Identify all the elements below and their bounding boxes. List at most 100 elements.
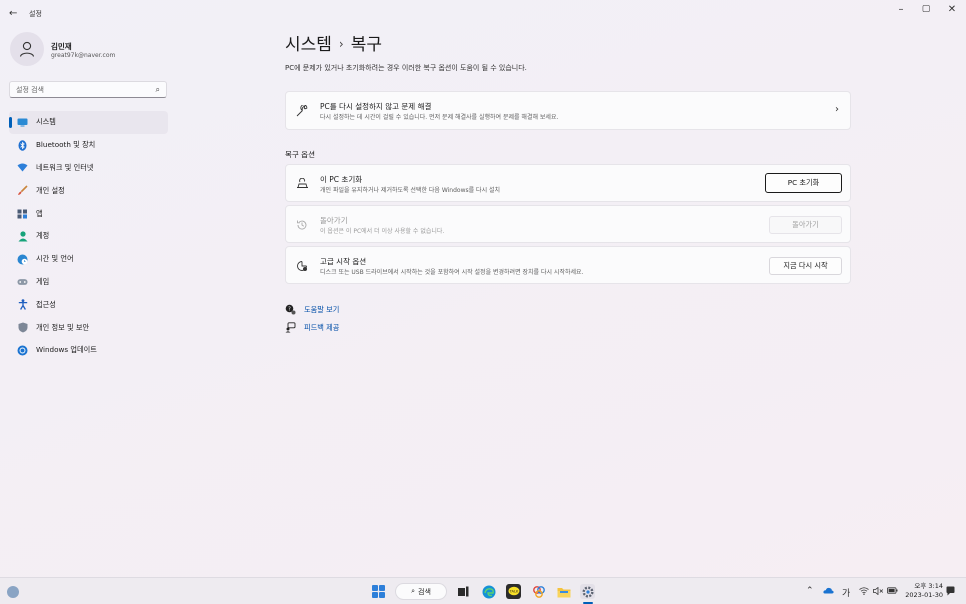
sidebar-item-privacy-security[interactable]: 개인 정보 및 보안 [9,316,168,339]
clock-time: 오후 3:14 [914,582,943,590]
update-icon [17,345,28,356]
restart-now-button[interactable]: 지금 다시 시작 [769,257,842,275]
sidebar-item-time-language[interactable]: 시간 및 언어 [9,248,168,271]
feedback-icon [285,322,296,333]
troubleshoot-title: PC를 다시 설정하지 않고 문제 해결 [320,102,432,111]
wifi-icon[interactable] [859,587,869,598]
sidebar-item-label: 접근성 [36,299,56,309]
taskbar-search[interactable]: ⌕ 검색 [395,583,447,600]
advanced-startup-title: 고급 시작 옵션 [320,257,367,266]
close-button[interactable]: ✕ [942,4,962,15]
taskbar-search-label: 검색 [418,587,431,596]
file-explorer-icon[interactable] [556,584,571,599]
start-tile-icon [372,592,378,598]
onedrive-icon[interactable] [823,587,834,597]
speaker-muted-icon[interactable] [873,586,884,598]
search-icon[interactable]: ⌕ [156,85,160,95]
sidebar-item-network[interactable]: 네트워크 및 인터넷 [9,157,168,180]
sidebar-item-label: Bluetooth 및 장치 [36,140,96,150]
task-view-icon[interactable] [455,584,470,599]
search-input[interactable] [16,84,146,96]
sidebar-item-bluetooth[interactable]: Bluetooth 및 장치 [9,134,168,157]
avatar [10,32,44,66]
sidebar-nav: 시스템 Bluetooth 및 장치 네트워크 및 인터넷 개인 설정 앱 계정 [9,111,168,362]
maximize-button[interactable]: ▢ [916,4,936,14]
start-tile-icon [379,585,385,591]
sidebar-item-windows-update[interactable]: Windows 업데이트 [9,339,168,362]
kakaotalk-icon[interactable]: TALK [506,584,521,599]
history-icon [295,218,309,232]
bluetooth-icon [17,139,28,151]
title-bar: ← 설정 – ▢ ✕ [0,0,966,26]
settings-search[interactable]: ⌕ [9,81,167,98]
clock-date: 2023-01-30 [905,591,943,599]
chevron-up-icon[interactable]: ⌃ [806,586,814,596]
reset-pc-card: 이 PC 초기화 개인 파일을 유지하거나 제거하도록 선택한 다음 Windo… [285,164,851,202]
globe-clock-icon [17,254,28,265]
start-tile-icon [379,592,385,598]
svg-text:?: ? [288,306,291,312]
reset-pc-icon [295,176,309,190]
sidebar-item-system[interactable]: 시스템 [9,111,168,134]
sidebar-item-label: 네트워크 및 인터넷 [36,162,94,172]
page-title: 복구 [350,35,383,55]
get-help-label[interactable]: 도움말 보기 [304,305,339,315]
help-icon: ? [285,304,296,315]
sidebar-item-label: 시간 및 언어 [36,254,74,264]
sidebar-item-personalization[interactable]: 개인 설정 [9,179,168,202]
wrench-icon [295,104,309,118]
system-clock[interactable]: 오후 3:14 2023-01-30 [905,582,943,600]
person-avatar-icon [19,41,35,57]
give-feedback-label[interactable]: 피드백 제공 [304,323,339,333]
gamepad-icon [17,276,28,287]
breadcrumb-parent[interactable]: 시스템 [285,35,332,55]
troubleshoot-card[interactable]: PC를 다시 설정하지 않고 문제 해결 다시 설정하는 데 시간이 걸릴 수 … [285,91,851,130]
svg-text:TALK: TALK [508,590,518,594]
brush-icon [17,185,28,196]
reset-pc-desc: 개인 파일을 유지하거나 제거하도록 선택한 다음 Windows를 다시 설치 [320,187,501,194]
sidebar-item-apps[interactable]: 앱 [9,202,168,225]
battery-icon[interactable] [887,587,898,597]
troubleshoot-desc: 다시 설정하는 데 시간이 걸릴 수 있습니다. 먼저 문제 해결사를 실행하여… [320,114,559,121]
person-icon [17,231,28,242]
sidebar-item-accounts[interactable]: 계정 [9,225,168,248]
chevron-right-icon: › [835,104,839,115]
wifi-icon [17,162,28,173]
ime-indicator[interactable]: 가 [842,586,850,599]
go-back-desc: 이 옵션은 이 PC에서 더 이상 사용할 수 없습니다. [320,228,445,235]
sidebar-item-accessibility[interactable]: 접근성 [9,293,168,316]
profile-name: 김민재 [51,42,72,51]
page-description: PC에 문제가 있거나 초기화하려는 경우 이러한 복구 옵션이 도움이 될 수… [285,64,527,72]
section-heading: 복구 옵션 [285,150,315,159]
app-title: 설정 [29,10,42,18]
search-icon: ⌕ [411,587,416,595]
sidebar-item-label: 게임 [36,276,50,286]
go-back-card: 돌아가기 이 옵션은 이 PC에서 더 이상 사용할 수 없습니다. 돌아가기 [285,205,851,243]
advanced-startup-icon [295,259,309,273]
start-tile-icon [372,585,378,591]
sidebar-item-label: 개인 설정 [36,185,65,195]
creative-app-icon[interactable] [531,584,546,599]
give-feedback-link[interactable]: 피드백 제공 [285,322,339,333]
sidebar-item-label: 개인 정보 및 보안 [36,322,90,332]
start-button[interactable] [372,585,385,598]
breadcrumb: 시스템 › 복구 [285,30,382,55]
sidebar-item-gaming[interactable]: 게임 [9,271,168,294]
sidebar-item-label: Windows 업데이트 [36,345,97,355]
get-help-link[interactable]: ? 도움말 보기 [285,304,339,315]
reset-pc-title: 이 PC 초기화 [320,175,363,184]
reset-pc-button[interactable]: PC 초기화 [765,173,842,193]
settings-gear-icon[interactable] [580,584,595,599]
weather-icon[interactable] [7,586,19,598]
taskbar: ⌕ 검색 TALK ⌃ 가 오후 3:14 2023-01-30 [0,577,966,604]
edge-icon[interactable] [481,584,496,599]
minimize-button[interactable]: – [891,4,911,15]
sidebar-item-label: 앱 [36,208,43,218]
advanced-startup-desc: 디스크 또는 USB 드라이브에서 시작하는 것을 포함하여 시작 설정을 변경… [320,269,584,276]
advanced-startup-card: 고급 시작 옵션 디스크 또는 USB 드라이브에서 시작하는 것을 포함하여 … [285,246,851,284]
monitor-icon [17,117,28,128]
breadcrumb-separator: › [338,37,344,51]
back-button[interactable]: ← [9,8,17,19]
notification-icon[interactable] [946,586,955,599]
user-profile[interactable]: 김민재 great97k@naver.com [10,32,170,68]
